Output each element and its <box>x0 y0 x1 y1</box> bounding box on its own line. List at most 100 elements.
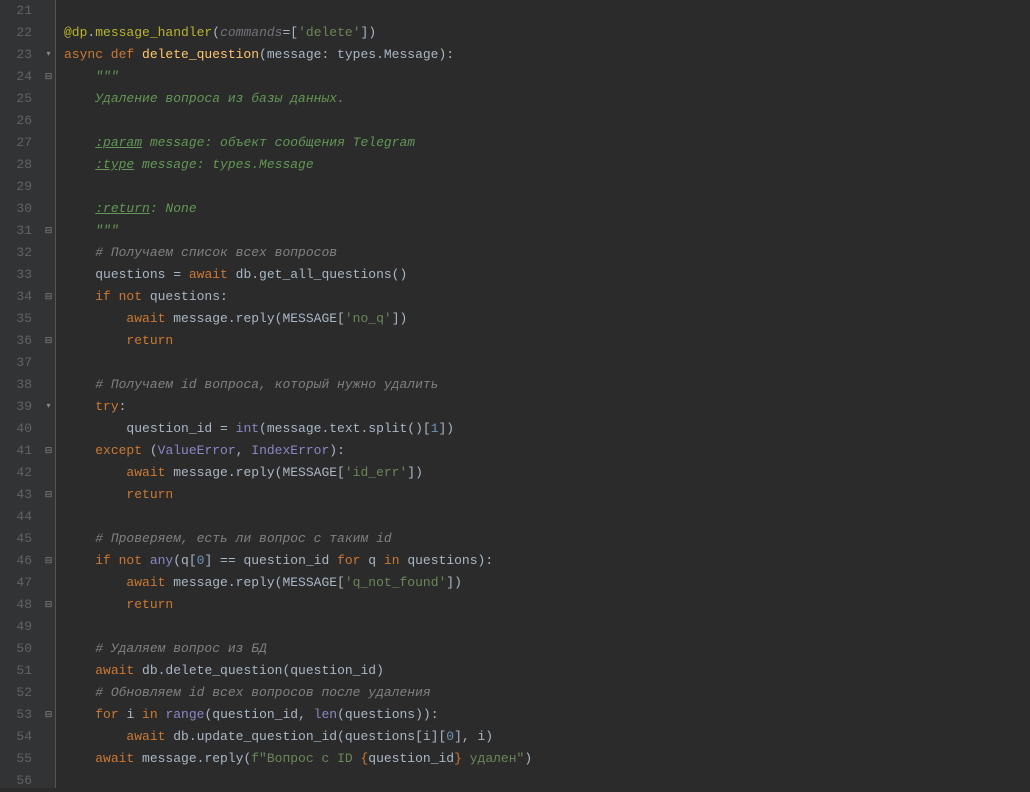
line-number: 39 <box>0 396 42 418</box>
fold-marker[interactable] <box>42 506 55 528</box>
code-line[interactable] <box>64 616 1030 638</box>
line-number: 36 <box>0 330 42 352</box>
code-line[interactable]: return <box>64 330 1030 352</box>
fold-marker[interactable] <box>42 572 55 594</box>
code-line[interactable]: @dp.message_handler(commands=['delete']) <box>64 22 1030 44</box>
code-line[interactable]: return <box>64 484 1030 506</box>
line-number: 25 <box>0 88 42 110</box>
fold-marker[interactable] <box>42 110 55 132</box>
line-number: 41 <box>0 440 42 462</box>
code-line[interactable] <box>64 770 1030 792</box>
line-number: 38 <box>0 374 42 396</box>
line-number-gutter: 2122232425262728293031323334353637383940… <box>0 0 42 788</box>
fold-marker[interactable] <box>42 242 55 264</box>
line-number: 45 <box>0 528 42 550</box>
fold-marker[interactable] <box>42 330 55 352</box>
line-number: 29 <box>0 176 42 198</box>
fold-marker[interactable] <box>42 616 55 638</box>
code-line[interactable] <box>64 352 1030 374</box>
code-line[interactable]: # Получаем id вопроса, который нужно уда… <box>64 374 1030 396</box>
code-line[interactable]: # Удаляем вопрос из БД <box>64 638 1030 660</box>
code-line[interactable]: await db.delete_question(question_id) <box>64 660 1030 682</box>
code-line[interactable]: # Получаем список всех вопросов <box>64 242 1030 264</box>
line-number: 43 <box>0 484 42 506</box>
code-editor[interactable]: 2122232425262728293031323334353637383940… <box>0 0 1030 788</box>
fold-marker[interactable] <box>42 66 55 88</box>
code-line[interactable]: await message.reply(f"Вопрос с ID {quest… <box>64 748 1030 770</box>
code-line[interactable]: await message.reply(MESSAGE['q_not_found… <box>64 572 1030 594</box>
fold-marker[interactable] <box>42 308 55 330</box>
fold-marker[interactable] <box>42 550 55 572</box>
line-number: 37 <box>0 352 42 374</box>
code-line[interactable] <box>64 506 1030 528</box>
code-line[interactable] <box>64 110 1030 132</box>
fold-marker[interactable] <box>42 132 55 154</box>
fold-marker[interactable] <box>42 770 55 792</box>
fold-marker[interactable] <box>42 352 55 374</box>
code-line[interactable]: """ <box>64 220 1030 242</box>
line-number: 26 <box>0 110 42 132</box>
fold-marker[interactable] <box>42 638 55 660</box>
code-line[interactable]: async def delete_question(message: types… <box>64 44 1030 66</box>
fold-marker[interactable] <box>42 44 55 66</box>
code-line[interactable]: if not questions: <box>64 286 1030 308</box>
code-line[interactable]: try: <box>64 396 1030 418</box>
code-line[interactable]: # Обновляем id всех вопросов после удале… <box>64 682 1030 704</box>
line-number: 23 <box>0 44 42 66</box>
line-number: 22 <box>0 22 42 44</box>
line-number: 50 <box>0 638 42 660</box>
line-number: 33 <box>0 264 42 286</box>
code-line[interactable]: :type message: types.Message <box>64 154 1030 176</box>
fold-marker[interactable] <box>42 198 55 220</box>
line-number: 27 <box>0 132 42 154</box>
fold-marker[interactable] <box>42 264 55 286</box>
code-line[interactable]: """ <box>64 66 1030 88</box>
code-line[interactable]: for i in range(question_id, len(question… <box>64 704 1030 726</box>
code-line[interactable]: question_id = int(message.text.split()[1… <box>64 418 1030 440</box>
code-line[interactable]: await message.reply(MESSAGE['id_err']) <box>64 462 1030 484</box>
code-area[interactable]: @dp.message_handler(commands=['delete'])… <box>56 0 1030 788</box>
code-line[interactable] <box>64 176 1030 198</box>
line-number: 49 <box>0 616 42 638</box>
code-line[interactable]: except (ValueError, IndexError): <box>64 440 1030 462</box>
code-line[interactable]: :param message: объект сообщения Telegra… <box>64 132 1030 154</box>
fold-marker[interactable] <box>42 154 55 176</box>
fold-marker[interactable] <box>42 22 55 44</box>
fold-marker[interactable] <box>42 176 55 198</box>
code-line[interactable]: :return: None <box>64 198 1030 220</box>
code-line[interactable]: await db.update_question_id(questions[i]… <box>64 726 1030 748</box>
code-line[interactable]: Удаление вопроса из базы данных. <box>64 88 1030 110</box>
code-line[interactable]: questions = await db.get_all_questions() <box>64 264 1030 286</box>
fold-marker[interactable] <box>42 704 55 726</box>
fold-gutter[interactable] <box>42 0 56 788</box>
code-line[interactable]: if not any(q[0] == question_id for q in … <box>64 550 1030 572</box>
line-number: 31 <box>0 220 42 242</box>
fold-marker[interactable] <box>42 726 55 748</box>
line-number: 24 <box>0 66 42 88</box>
fold-marker[interactable] <box>42 0 55 22</box>
fold-marker[interactable] <box>42 220 55 242</box>
fold-marker[interactable] <box>42 374 55 396</box>
line-number: 42 <box>0 462 42 484</box>
fold-marker[interactable] <box>42 88 55 110</box>
fold-marker[interactable] <box>42 462 55 484</box>
fold-marker[interactable] <box>42 528 55 550</box>
line-number: 56 <box>0 770 42 792</box>
fold-marker[interactable] <box>42 682 55 704</box>
fold-marker[interactable] <box>42 484 55 506</box>
line-number: 34 <box>0 286 42 308</box>
code-line[interactable]: # Проверяем, есть ли вопрос с таким id <box>64 528 1030 550</box>
fold-marker[interactable] <box>42 418 55 440</box>
fold-marker[interactable] <box>42 286 55 308</box>
line-number: 28 <box>0 154 42 176</box>
fold-marker[interactable] <box>42 748 55 770</box>
fold-marker[interactable] <box>42 660 55 682</box>
fold-marker[interactable] <box>42 594 55 616</box>
code-line[interactable] <box>64 0 1030 22</box>
code-line[interactable]: await message.reply(MESSAGE['no_q']) <box>64 308 1030 330</box>
fold-marker[interactable] <box>42 440 55 462</box>
line-number: 35 <box>0 308 42 330</box>
code-line[interactable]: return <box>64 594 1030 616</box>
line-number: 55 <box>0 748 42 770</box>
fold-marker[interactable] <box>42 396 55 418</box>
